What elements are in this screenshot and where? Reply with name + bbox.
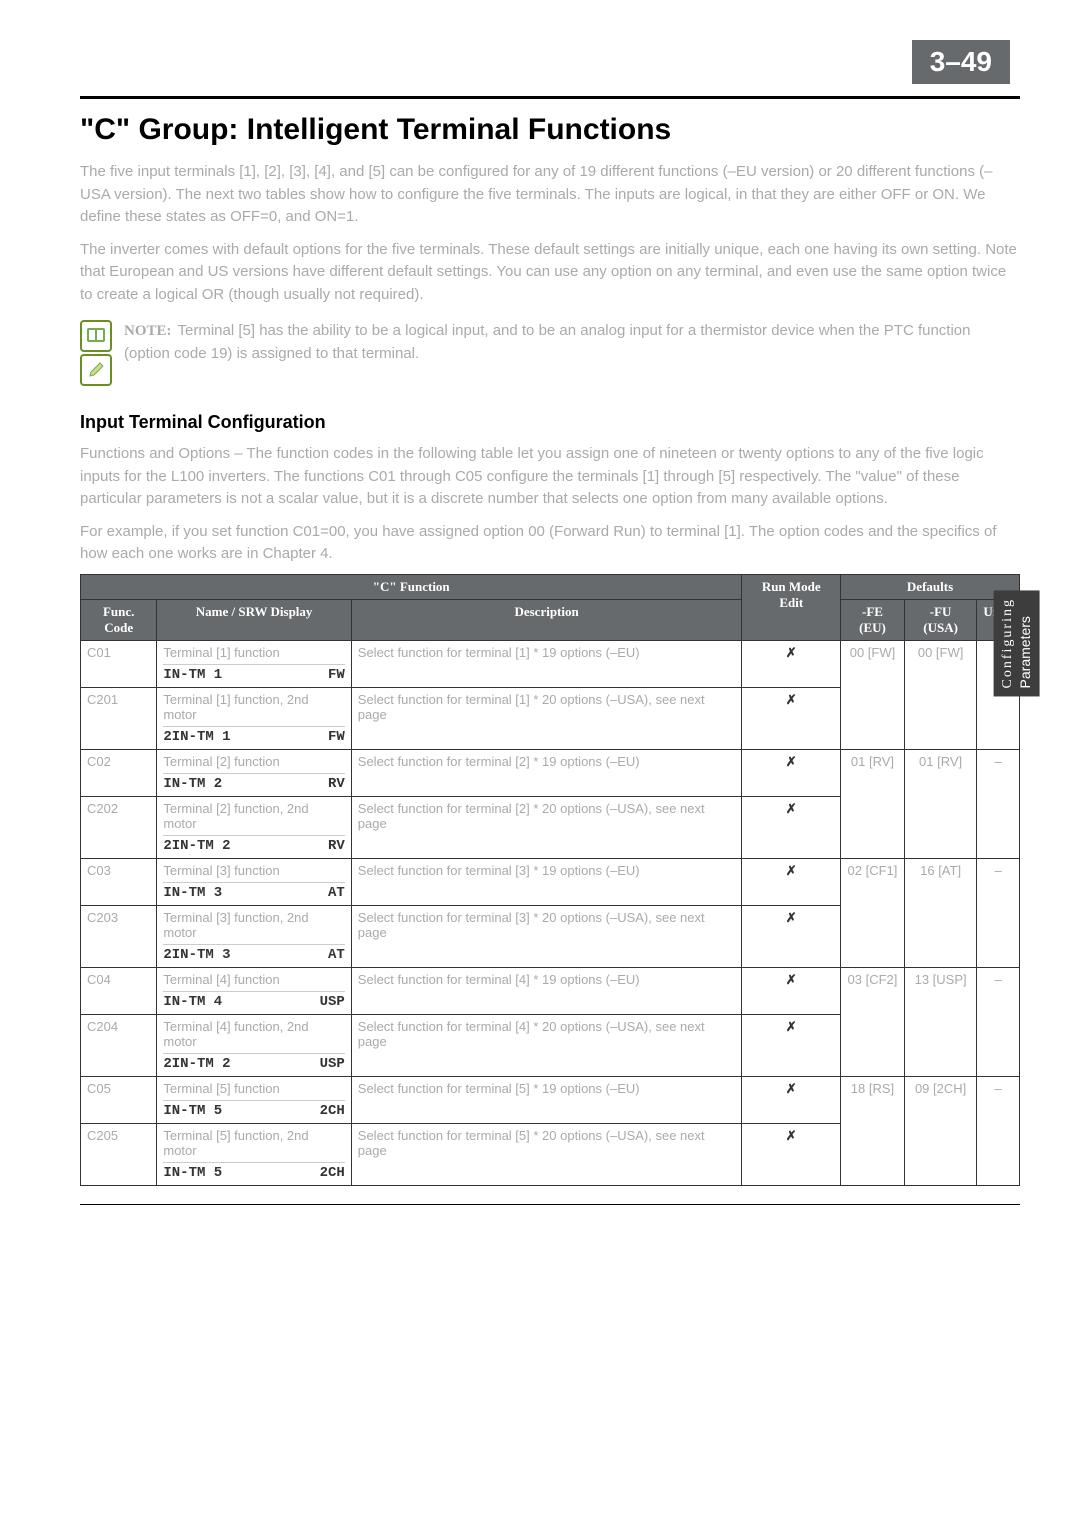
c-function-table: "C" Function Run Mode Edit Defaults Func… xyxy=(80,574,1020,1186)
cell-fu: 13 [USP] xyxy=(904,967,976,1076)
th-defaults: Defaults xyxy=(841,574,1020,599)
cell-fu: 00 [FW] xyxy=(904,640,976,749)
top-rule xyxy=(80,96,1020,99)
cell-run: ✗ xyxy=(742,858,841,905)
note-label: NOTE: xyxy=(124,323,172,339)
cell-run: ✗ xyxy=(742,796,841,858)
intro-paragraph-2: The inverter comes with default options … xyxy=(80,239,1020,307)
th-name: Name / SRW Display xyxy=(157,599,351,640)
note-block: NOTE:Terminal [5] has the ability to be … xyxy=(80,320,1020,386)
cell-code: C02 xyxy=(81,749,157,796)
cell-units: – xyxy=(977,1076,1020,1185)
cell-run: ✗ xyxy=(742,967,841,1014)
cell-desc: Select function for terminal [3] * 19 op… xyxy=(351,858,742,905)
cell-units: – xyxy=(977,858,1020,967)
cell-fe: 01 [RV] xyxy=(841,749,905,858)
subheading: Input Terminal Configuration xyxy=(80,412,1020,433)
cell-name: Terminal [4] functionIN-TM 4USP xyxy=(157,967,351,1014)
cell-run: ✗ xyxy=(742,905,841,967)
cell-code: C203 xyxy=(81,905,157,967)
page-dash: – xyxy=(945,46,961,77)
page-number-badge: 3–49 xyxy=(912,40,1010,84)
cell-run: ✗ xyxy=(742,1076,841,1123)
cell-desc: Select function for terminal [5] * 19 op… xyxy=(351,1076,742,1123)
cell-desc: Select function for terminal [5] * 20 op… xyxy=(351,1123,742,1185)
cell-fe: 00 [FW] xyxy=(841,640,905,749)
side-tab-line1: Configuring xyxy=(1000,598,1015,688)
cell-desc: Select function for terminal [4] * 19 op… xyxy=(351,967,742,1014)
cell-name: Terminal [5] functionIN-TM 52CH xyxy=(157,1076,351,1123)
cell-desc: Select function for terminal [4] * 20 op… xyxy=(351,1014,742,1076)
cell-name: Terminal [4] function, 2nd motor2IN-TM 2… xyxy=(157,1014,351,1076)
bottom-rule xyxy=(80,1204,1020,1205)
cell-name: Terminal [3] function, 2nd motor2IN-TM 3… xyxy=(157,905,351,967)
intro-paragraph-1: The five input terminals [1], [2], [3], … xyxy=(80,161,1020,229)
cell-code: C05 xyxy=(81,1076,157,1123)
cell-fe: 03 [CF2] xyxy=(841,967,905,1076)
cell-run: ✗ xyxy=(742,1123,841,1185)
th-group: "C" Function xyxy=(81,574,742,599)
cell-units: – xyxy=(977,749,1020,858)
cell-name: Terminal [3] functionIN-TM 3AT xyxy=(157,858,351,905)
cell-fu: 01 [RV] xyxy=(904,749,976,858)
th-fe: -FE (EU) xyxy=(841,599,905,640)
cell-run: ✗ xyxy=(742,640,841,687)
cell-code: C04 xyxy=(81,967,157,1014)
cell-code: C202 xyxy=(81,796,157,858)
cell-code: C201 xyxy=(81,687,157,749)
note-text-wrap: NOTE:Terminal [5] has the ability to be … xyxy=(124,320,1020,365)
page-no: 49 xyxy=(961,46,992,77)
th-fu: -FU (USA) xyxy=(904,599,976,640)
cell-fe: 02 [CF1] xyxy=(841,858,905,967)
cell-units: – xyxy=(977,967,1020,1076)
table-row: C05Terminal [5] functionIN-TM 52CHSelect… xyxy=(81,1076,1020,1123)
page: 3–49 "C" Group: Intelligent Terminal Fun… xyxy=(0,0,1080,1534)
page-section: 3 xyxy=(930,46,946,77)
cell-name: Terminal [2] functionIN-TM 2RV xyxy=(157,749,351,796)
cell-code: C03 xyxy=(81,858,157,905)
table-row: C02Terminal [2] functionIN-TM 2RVSelect … xyxy=(81,749,1020,796)
cell-fu: 09 [2CH] xyxy=(904,1076,976,1185)
config-paragraph-1: Functions and Options – The function cod… xyxy=(80,443,1020,511)
cell-desc: Select function for terminal [2] * 19 op… xyxy=(351,749,742,796)
notebook-icon xyxy=(80,320,112,352)
cell-code: C205 xyxy=(81,1123,157,1185)
cell-fu: 16 [AT] xyxy=(904,858,976,967)
cell-fe: 18 [RS] xyxy=(841,1076,905,1185)
side-tab: Configuring Parameters xyxy=(994,590,1040,696)
note-text: Terminal [5] has the ability to be a log… xyxy=(124,322,970,362)
note-icon-stack xyxy=(80,320,112,386)
cell-run: ✗ xyxy=(742,1014,841,1076)
cell-desc: Select function for terminal [3] * 20 op… xyxy=(351,905,742,967)
th-run: Run Mode Edit xyxy=(742,574,841,640)
table-body: C01Terminal [1] functionIN-TM 1FWSelect … xyxy=(81,640,1020,1185)
side-tab-line2: Parameters xyxy=(1017,616,1033,688)
cell-run: ✗ xyxy=(742,749,841,796)
table-row: C03Terminal [3] functionIN-TM 3ATSelect … xyxy=(81,858,1020,905)
cell-name: Terminal [2] function, 2nd motor2IN-TM 2… xyxy=(157,796,351,858)
cell-desc: Select function for terminal [1] * 19 op… xyxy=(351,640,742,687)
cell-name: Terminal [1] functionIN-TM 1FW xyxy=(157,640,351,687)
table-row: C01Terminal [1] functionIN-TM 1FWSelect … xyxy=(81,640,1020,687)
page-title: "C" Group: Intelligent Terminal Function… xyxy=(80,113,1020,147)
config-paragraph-2: For example, if you set function C01=00,… xyxy=(80,521,1020,566)
cell-name: Terminal [5] function, 2nd motorIN-TM 52… xyxy=(157,1123,351,1185)
cell-desc: Select function for terminal [2] * 20 op… xyxy=(351,796,742,858)
cell-run: ✗ xyxy=(742,687,841,749)
cell-name: Terminal [1] function, 2nd motor2IN-TM 1… xyxy=(157,687,351,749)
table-row: C04Terminal [4] functionIN-TM 4USPSelect… xyxy=(81,967,1020,1014)
th-func: Func. Code xyxy=(81,599,157,640)
cell-code: C204 xyxy=(81,1014,157,1076)
cell-desc: Select function for terminal [1] * 20 op… xyxy=(351,687,742,749)
cell-code: C01 xyxy=(81,640,157,687)
th-desc: Description xyxy=(351,599,742,640)
pen-icon xyxy=(80,354,112,386)
